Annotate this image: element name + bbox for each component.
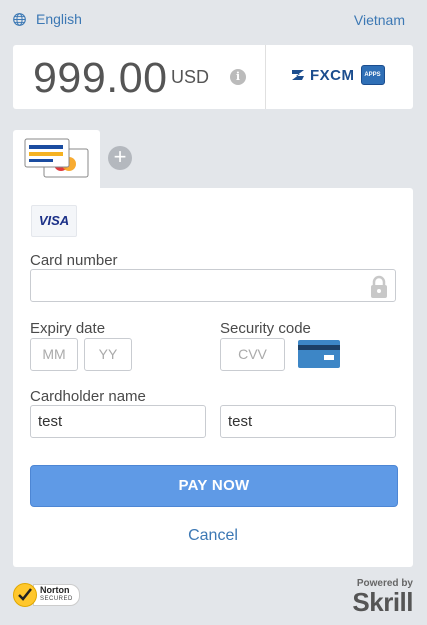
cvv-input[interactable]: CVV (220, 338, 285, 371)
cancel-link[interactable]: Cancel (13, 527, 413, 545)
norton-text: Norton SECURED (33, 584, 80, 606)
merchant-name: FXCM (310, 66, 355, 84)
merchant-apps-badge: APPS (360, 65, 385, 85)
payment-amount: 999.00 (33, 54, 168, 102)
norton-check-icon (13, 583, 37, 607)
amount-card: 999.00 USD i FXCM APPS (13, 45, 413, 109)
info-icon[interactable]: i (230, 69, 246, 85)
fxcm-mark-icon (292, 70, 304, 80)
language-label: English (36, 11, 82, 27)
divider (265, 45, 266, 109)
lock-icon (371, 275, 387, 298)
skrill-logo: Powered by Skrill (352, 578, 413, 615)
last-name-input[interactable]: test (220, 405, 396, 438)
cvv-card-icon (298, 340, 340, 368)
add-payment-method-icon[interactable]: + (108, 146, 132, 170)
tab-card-payment[interactable] (13, 130, 100, 192)
cards-icon (24, 138, 89, 178)
norton-secured-badge: Norton SECURED (13, 583, 80, 607)
cvv-placeholder: CVV (238, 346, 267, 362)
norton-brand: Norton (40, 585, 70, 595)
card-form: VISA Card number Expiry date MM YY Secur… (13, 188, 413, 567)
expiry-date-label: Expiry date (30, 320, 106, 337)
top-bar: English Vietnam (0, 0, 427, 40)
country-selector[interactable]: Vietnam (354, 12, 405, 28)
expiry-month-placeholder: MM (42, 346, 66, 362)
expiry-month-input[interactable]: MM (30, 338, 78, 371)
pay-now-button[interactable]: PAY NOW (30, 465, 398, 507)
payment-currency: USD (171, 67, 210, 87)
language-selector[interactable]: English (13, 11, 82, 27)
card-brand-badge: VISA (31, 205, 77, 237)
expiry-year-placeholder: YY (98, 346, 118, 362)
first-name-value: test (38, 413, 63, 430)
globe-icon (13, 12, 26, 26)
provider-name: Skrill (352, 587, 413, 617)
expiry-year-input[interactable]: YY (84, 338, 132, 371)
first-name-input[interactable]: test (30, 405, 206, 438)
security-code-label: Security code (220, 320, 311, 337)
card-number-label: Card number (30, 252, 118, 269)
norton-sub: SECURED (40, 596, 73, 602)
merchant-logo: FXCM APPS (290, 65, 385, 85)
last-name-value: test (228, 413, 253, 430)
cardholder-name-label: Cardholder name (30, 388, 146, 405)
card-number-input[interactable] (30, 269, 396, 302)
